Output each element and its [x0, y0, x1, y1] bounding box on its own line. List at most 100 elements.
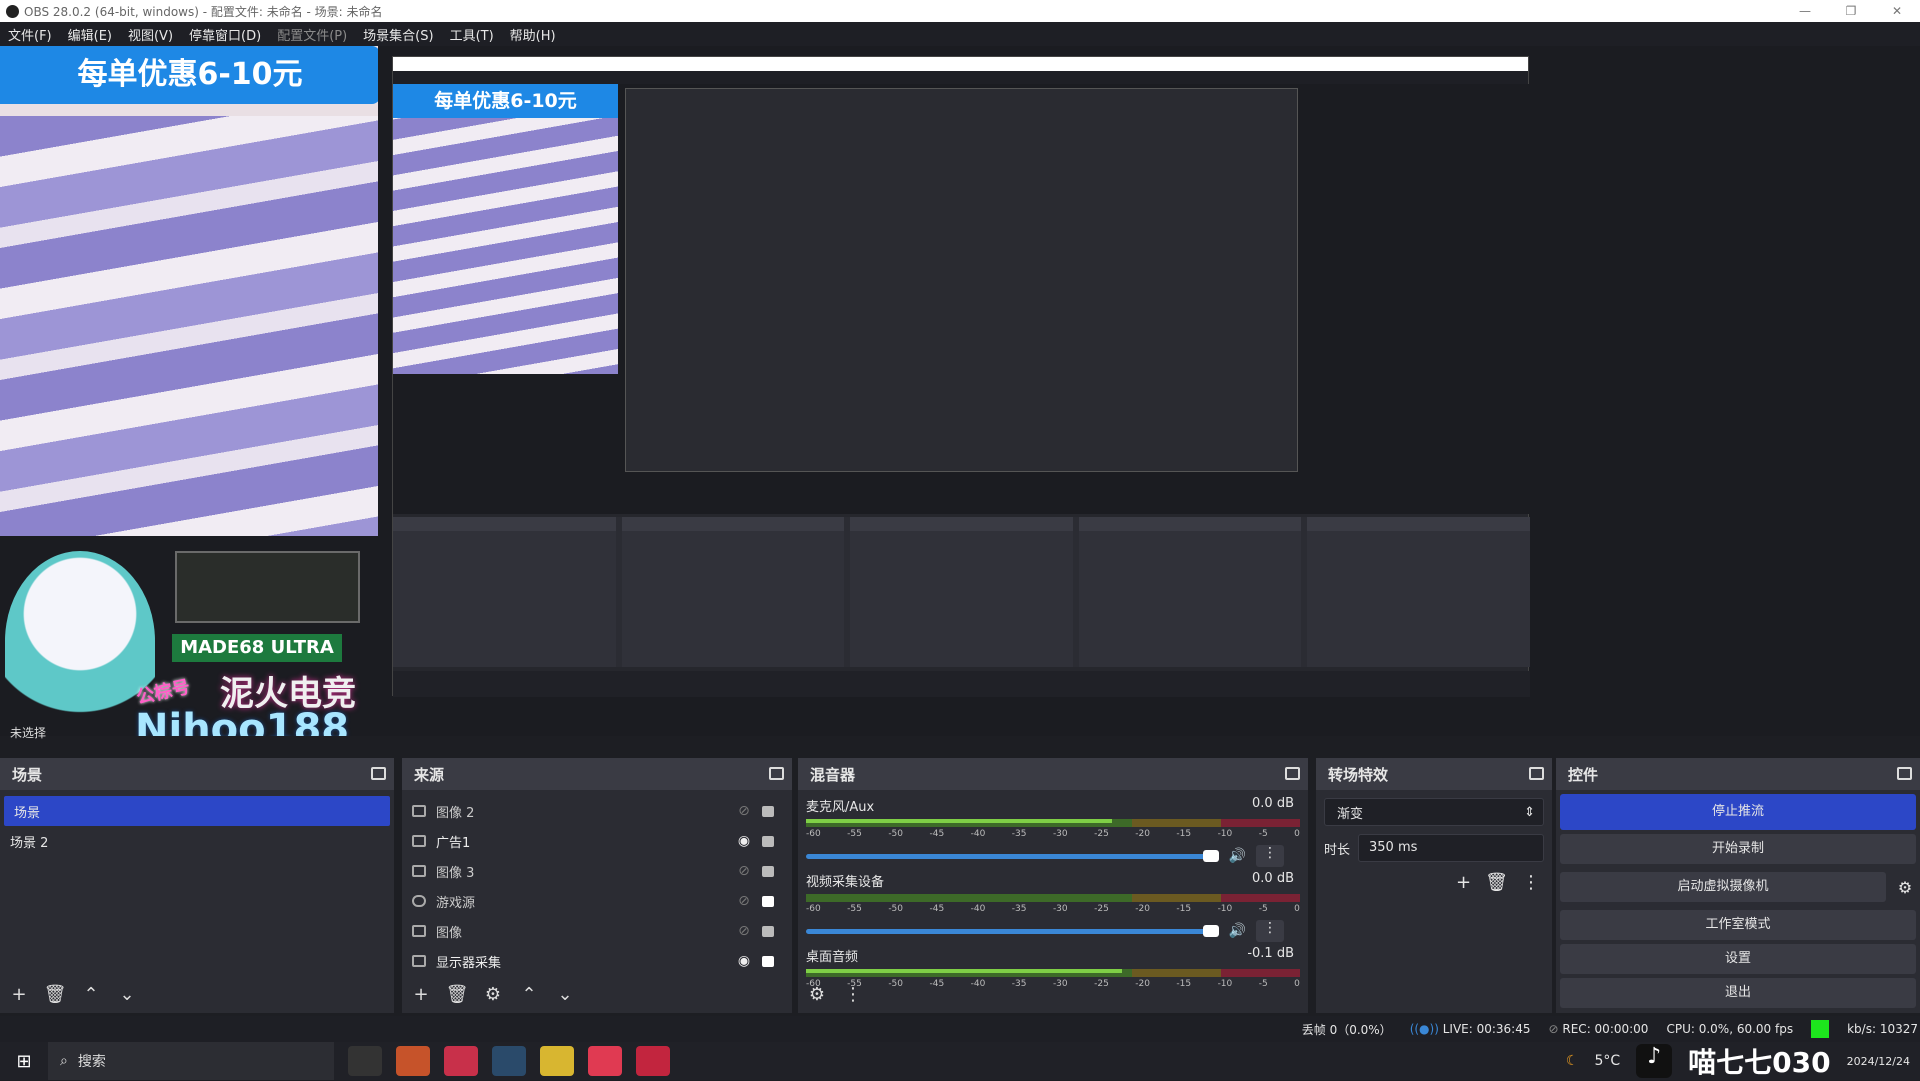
menu-scene-collection[interactable]: 场景集合(S): [363, 25, 433, 44]
source-label: 显示器采集: [436, 955, 502, 971]
undock-icon[interactable]: [769, 767, 784, 780]
undock-icon[interactable]: [1285, 767, 1300, 780]
app-icon[interactable]: [444, 1046, 478, 1076]
nested-docks: [393, 517, 1530, 667]
eye-hidden-icon[interactable]: ⊘: [734, 893, 754, 909]
scene-label: 场景 2: [10, 835, 49, 851]
lock-icon[interactable]: [762, 865, 774, 877]
dock-title: 控件: [1568, 765, 1599, 784]
more-icon[interactable]: ⋮: [840, 981, 866, 1007]
app-icon[interactable]: [540, 1046, 574, 1076]
app-icon[interactable]: [396, 1046, 430, 1076]
preview-canvas[interactable]: 每单优惠6-10元 MADE68 ULTRA 公棕号 泥火电竞 Nihoo188…: [0, 46, 1920, 736]
chevron-down-icon[interactable]: ⌄: [552, 981, 578, 1007]
trash-icon[interactable]: 🗑: [1485, 872, 1508, 893]
chevron-up-icon[interactable]: ⌃: [78, 981, 104, 1007]
eye-icon[interactable]: ◉: [734, 833, 754, 849]
tick-label: -45: [929, 904, 945, 914]
more-icon[interactable]: ⋮: [1522, 872, 1540, 893]
menu-help[interactable]: 帮助(H): [510, 25, 556, 44]
source-item[interactable]: 游戏源 ⊘: [402, 886, 792, 916]
source-item[interactable]: 显示器采集 ◉: [402, 946, 792, 976]
chevron-down-icon[interactable]: ⌄: [114, 981, 140, 1007]
nested-preview: 每单优惠6-10元: [392, 56, 1530, 697]
app-icon[interactable]: [588, 1046, 622, 1076]
scene-item[interactable]: 场景: [4, 796, 390, 826]
image-icon: [412, 805, 426, 817]
eye-hidden-icon[interactable]: ⊘: [734, 863, 754, 879]
maximize-button[interactable]: ❐: [1828, 0, 1874, 22]
chevron-up-icon[interactable]: ⌃: [516, 981, 542, 1007]
eye-hidden-icon[interactable]: ⊘: [734, 923, 754, 939]
exit-button[interactable]: 退出: [1560, 978, 1916, 1008]
more-icon[interactable]: ⋮: [1256, 845, 1284, 867]
trash-icon[interactable]: 🗑: [444, 981, 470, 1007]
volume-slider[interactable]: [806, 924, 1219, 937]
nested-banner: 每单优惠6-10元: [393, 84, 618, 118]
source-label: 广告1: [436, 835, 471, 851]
studio-mode-button[interactable]: 工作室模式: [1560, 910, 1916, 940]
eye-hidden-icon[interactable]: ⊘: [734, 803, 754, 819]
source-label: 图像 2: [436, 805, 475, 821]
add-icon[interactable]: +: [408, 981, 434, 1007]
source-item[interactable]: 图像 ⊘: [402, 916, 792, 946]
scene-item[interactable]: 场景 2: [0, 826, 394, 856]
meter-ticks: -60 -55 -50 -45 -40 -35 -30 -25 -20 -15 -10 -5 0: [806, 829, 1300, 839]
slider-handle[interactable]: [1202, 924, 1219, 937]
add-icon[interactable]: +: [1456, 872, 1471, 893]
trash-icon[interactable]: 🗑: [42, 981, 68, 1007]
lock-icon[interactable]: [762, 895, 774, 907]
menu-file[interactable]: 文件(F): [8, 25, 52, 44]
eye-icon[interactable]: ◉: [734, 953, 754, 969]
lock-icon[interactable]: [762, 835, 774, 847]
tick-label: 0: [1294, 829, 1300, 839]
gear-icon[interactable]: ⚙: [1890, 878, 1920, 897]
tick-label: -50: [888, 904, 904, 914]
taskbar-search[interactable]: ⌕ 搜索: [48, 1042, 334, 1080]
tick-label: -25: [1094, 829, 1109, 839]
source-label: 游戏源: [436, 895, 476, 911]
app-icon[interactable]: [492, 1046, 526, 1076]
lock-icon[interactable]: [762, 805, 774, 817]
undock-icon[interactable]: [1897, 767, 1912, 780]
volume-meter: [806, 894, 1300, 902]
menu-docks[interactable]: 停靠窗口(D): [189, 25, 261, 44]
volume-slider[interactable]: [806, 849, 1219, 862]
undock-icon[interactable]: [371, 767, 386, 780]
gear-icon[interactable]: ⚙: [480, 981, 506, 1007]
transition-select[interactable]: 渐变 ⇕: [1324, 798, 1544, 826]
close-button[interactable]: ✕: [1874, 0, 1920, 22]
menu-edit[interactable]: 编辑(E): [68, 25, 112, 44]
menu-profile[interactable]: 配置文件(P): [277, 25, 347, 44]
more-icon[interactable]: ⋮: [1256, 920, 1284, 942]
add-icon[interactable]: +: [6, 981, 32, 1007]
source-item[interactable]: 广告1 ◉: [402, 826, 792, 856]
app-icon[interactable]: [636, 1046, 670, 1076]
windows-start-icon[interactable]: ⊞: [0, 1051, 48, 1072]
tick-label: -35: [1011, 979, 1027, 989]
image-icon: [412, 865, 426, 877]
scenes-dock: 场景 场景 场景 2 + 🗑 ⌃ ⌄: [0, 758, 394, 1013]
virtual-camera-button[interactable]: 启动虚拟摄像机: [1560, 872, 1886, 902]
gear-icon[interactable]: ⚙: [804, 981, 830, 1007]
minimize-button[interactable]: —: [1782, 0, 1828, 22]
tick-label: -40: [970, 979, 986, 989]
lock-icon[interactable]: [762, 925, 774, 937]
source-item[interactable]: 图像 3 ⊘: [402, 856, 792, 886]
lock-icon[interactable]: [762, 955, 774, 967]
mixer-dock: 混音器 麦克风/Aux 0.0 dB -60 -55 -50 -45 -40 -35 -30…: [798, 758, 1308, 1013]
obs-app-icon[interactable]: [348, 1046, 382, 1076]
tick-label: -5: [1258, 979, 1268, 989]
slider-handle[interactable]: [1202, 849, 1219, 862]
source-item[interactable]: 图像 2 ⊘: [402, 796, 792, 826]
menu-view[interactable]: 视图(V): [128, 25, 173, 44]
dock-title: 来源: [414, 765, 445, 784]
speaker-icon[interactable]: 🔊: [1229, 848, 1246, 864]
undock-icon[interactable]: [1529, 767, 1544, 780]
settings-button[interactable]: 设置: [1560, 944, 1916, 974]
menu-tools[interactable]: 工具(T): [450, 25, 494, 44]
stop-streaming-button[interactable]: 停止推流: [1560, 794, 1916, 830]
duration-input[interactable]: 350 ms: [1358, 834, 1544, 862]
speaker-icon[interactable]: 🔊: [1229, 923, 1246, 939]
start-recording-button[interactable]: 开始录制: [1560, 834, 1916, 864]
